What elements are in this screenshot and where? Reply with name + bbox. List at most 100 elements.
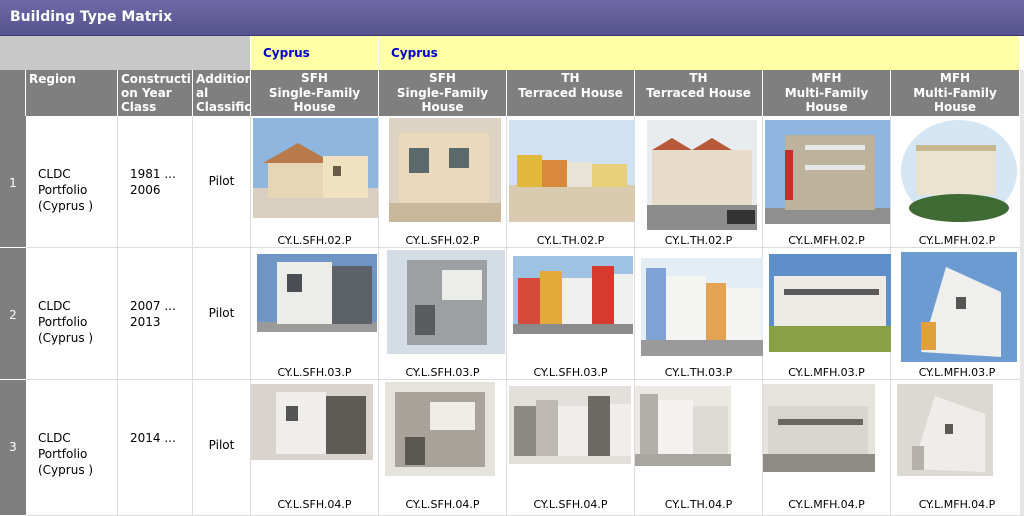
type-header[interactable]: TH Terraced House — [635, 70, 763, 116]
building-photo[interactable] — [509, 386, 631, 464]
additional-cell: Pilot — [193, 116, 251, 247]
building-photo[interactable] — [385, 382, 495, 476]
building-cell[interactable]: CY.L.TH.02.P — [507, 116, 635, 247]
row-number-label: 1 — [9, 176, 17, 190]
type-header[interactable]: SFH Single-Family House — [251, 70, 379, 116]
type-header[interactable]: TH Terraced House — [507, 70, 635, 116]
building-photo[interactable] — [509, 120, 635, 222]
building-photo[interactable] — [901, 252, 1017, 362]
building-cell[interactable]: CY.L.MFH.04.P — [763, 380, 891, 515]
building-photo[interactable] — [641, 258, 763, 356]
region-line: CLDC Portfolio — [38, 167, 88, 197]
additional-value: Pilot — [208, 174, 235, 188]
building-photo[interactable] — [387, 250, 505, 354]
country-label: Cyprus — [391, 46, 438, 60]
type-header[interactable]: SFH Single-Family House — [379, 70, 507, 116]
additional-cell: Pilot — [193, 380, 251, 515]
building-photo[interactable] — [901, 120, 1017, 222]
building-cell[interactable]: CY.L.SFH.03.P — [379, 248, 507, 379]
vertical-scrollbar[interactable] — [1020, 70, 1024, 516]
header-line: Class — [121, 100, 157, 114]
additional-classification-header[interactable]: Addition al Classific — [193, 70, 251, 116]
building-photo[interactable] — [389, 118, 501, 222]
type-name: Single-Family House — [396, 86, 489, 114]
country-label: Cyprus — [263, 46, 310, 60]
building-code: CY.L.SFH.03.P — [405, 366, 480, 379]
building-code: CY.L.SFH.03.P — [277, 366, 352, 379]
country-label-cell[interactable]: Cyprus — [251, 36, 379, 70]
building-cell[interactable]: CY.L.MFH.02.P — [891, 116, 1024, 247]
table-row: CLDC Portfolio (Cyprus ) 2014 ... Pilot … — [26, 380, 1024, 516]
building-photo[interactable] — [897, 384, 993, 476]
year-line: 2013 — [130, 315, 161, 329]
row-number[interactable]: 3 — [0, 380, 26, 516]
region-header-label: Region — [29, 72, 76, 86]
year-line: 2007 ... — [130, 299, 176, 313]
region-line: (Cyprus ) — [38, 199, 94, 213]
type-name: Terraced House — [518, 86, 623, 100]
country-label-cell[interactable]: Cyprus — [379, 36, 1020, 70]
building-cell[interactable]: CY.L.SFH.03.P — [507, 248, 635, 379]
building-cell[interactable]: CY.L.SFH.04.P — [251, 380, 379, 515]
building-cell[interactable]: CY.L.SFH.02.P — [379, 116, 507, 247]
header-line: Classific — [196, 100, 251, 114]
building-cell[interactable]: CY.L.MFH.03.P — [891, 248, 1024, 379]
country-row-blank — [0, 36, 251, 70]
building-code: CY.L.SFH.04.P — [277, 498, 352, 511]
row-number-header — [0, 70, 26, 116]
building-photo[interactable] — [635, 386, 731, 466]
row-number-label: 2 — [9, 308, 17, 322]
building-photo[interactable] — [257, 254, 377, 332]
building-photo[interactable] — [251, 384, 373, 460]
building-cell[interactable]: CY.L.MFH.03.P — [763, 248, 891, 379]
construction-year-header[interactable]: Constructi on Year Class — [118, 70, 193, 116]
row-number[interactable]: 2 — [0, 248, 26, 380]
building-cell[interactable]: CY.L.TH.03.P — [635, 248, 763, 379]
building-code: CY.L.MFH.02.P — [918, 234, 996, 247]
building-code: CY.L.TH.02.P — [664, 234, 733, 247]
building-code: CY.L.TH.04.P — [664, 498, 733, 511]
building-cell[interactable]: CY.L.TH.02.P — [635, 116, 763, 247]
building-cell[interactable]: CY.L.SFH.02.P — [251, 116, 379, 247]
type-name: Multi-Family House — [913, 86, 997, 114]
year-cell: 2007 ... 2013 — [118, 248, 193, 379]
building-code: CY.L.TH.03.P — [664, 366, 733, 379]
building-cell[interactable]: CY.L.SFH.04.P — [379, 380, 507, 515]
building-photo[interactable] — [763, 384, 875, 472]
page-title: Building Type Matrix — [10, 9, 173, 25]
building-photo[interactable] — [253, 118, 378, 218]
building-photo[interactable] — [769, 254, 891, 352]
additional-value: Pilot — [208, 306, 235, 320]
year-line: 1981 ... — [130, 167, 176, 181]
year-cell: 2014 ... — [118, 380, 193, 515]
building-code: CY.L.MFH.03.P — [788, 366, 865, 379]
region-line: (Cyprus ) — [38, 331, 94, 345]
building-code: CY.L.TH.02.P — [536, 234, 605, 247]
building-cell[interactable]: CY.L.SFH.04.P — [507, 380, 635, 515]
building-cell[interactable]: CY.L.SFH.03.P — [251, 248, 379, 379]
type-code: SFH — [429, 71, 456, 85]
building-cell[interactable]: CY.L.TH.04.P — [635, 380, 763, 515]
type-code: MFH — [811, 71, 842, 85]
region-header[interactable]: Region — [26, 70, 118, 116]
region-cell: CLDC Portfolio (Cyprus ) — [26, 116, 118, 247]
row-number[interactable]: 1 — [0, 116, 26, 248]
building-cell[interactable]: CY.L.MFH.02.P — [763, 116, 891, 247]
year-line: 2006 — [130, 183, 161, 197]
type-code: MFH — [939, 71, 971, 85]
table-row: CLDC Portfolio (Cyprus ) 2007 ... 2013 P… — [26, 248, 1024, 380]
building-code: CY.L.MFH.02.P — [788, 234, 865, 247]
building-photo[interactable] — [765, 120, 890, 224]
building-cell[interactable]: CY.L.MFH.04.P — [891, 380, 1024, 515]
building-photo[interactable] — [513, 256, 633, 334]
type-header[interactable]: MFH Multi-Family House — [891, 70, 1020, 116]
building-photo[interactable] — [647, 120, 757, 230]
year-line: 2014 ... — [130, 431, 176, 445]
type-header[interactable]: MFH Multi-Family House — [763, 70, 891, 116]
header-line: al — [196, 86, 209, 100]
region-cell: CLDC Portfolio (Cyprus ) — [26, 248, 118, 379]
table-row: CLDC Portfolio (Cyprus ) 1981 ... 2006 P… — [26, 116, 1024, 248]
country-row: Cyprus Cyprus — [0, 36, 1024, 70]
building-code: CY.L.SFH.02.P — [277, 234, 352, 247]
region-cell: CLDC Portfolio (Cyprus ) — [26, 380, 118, 515]
